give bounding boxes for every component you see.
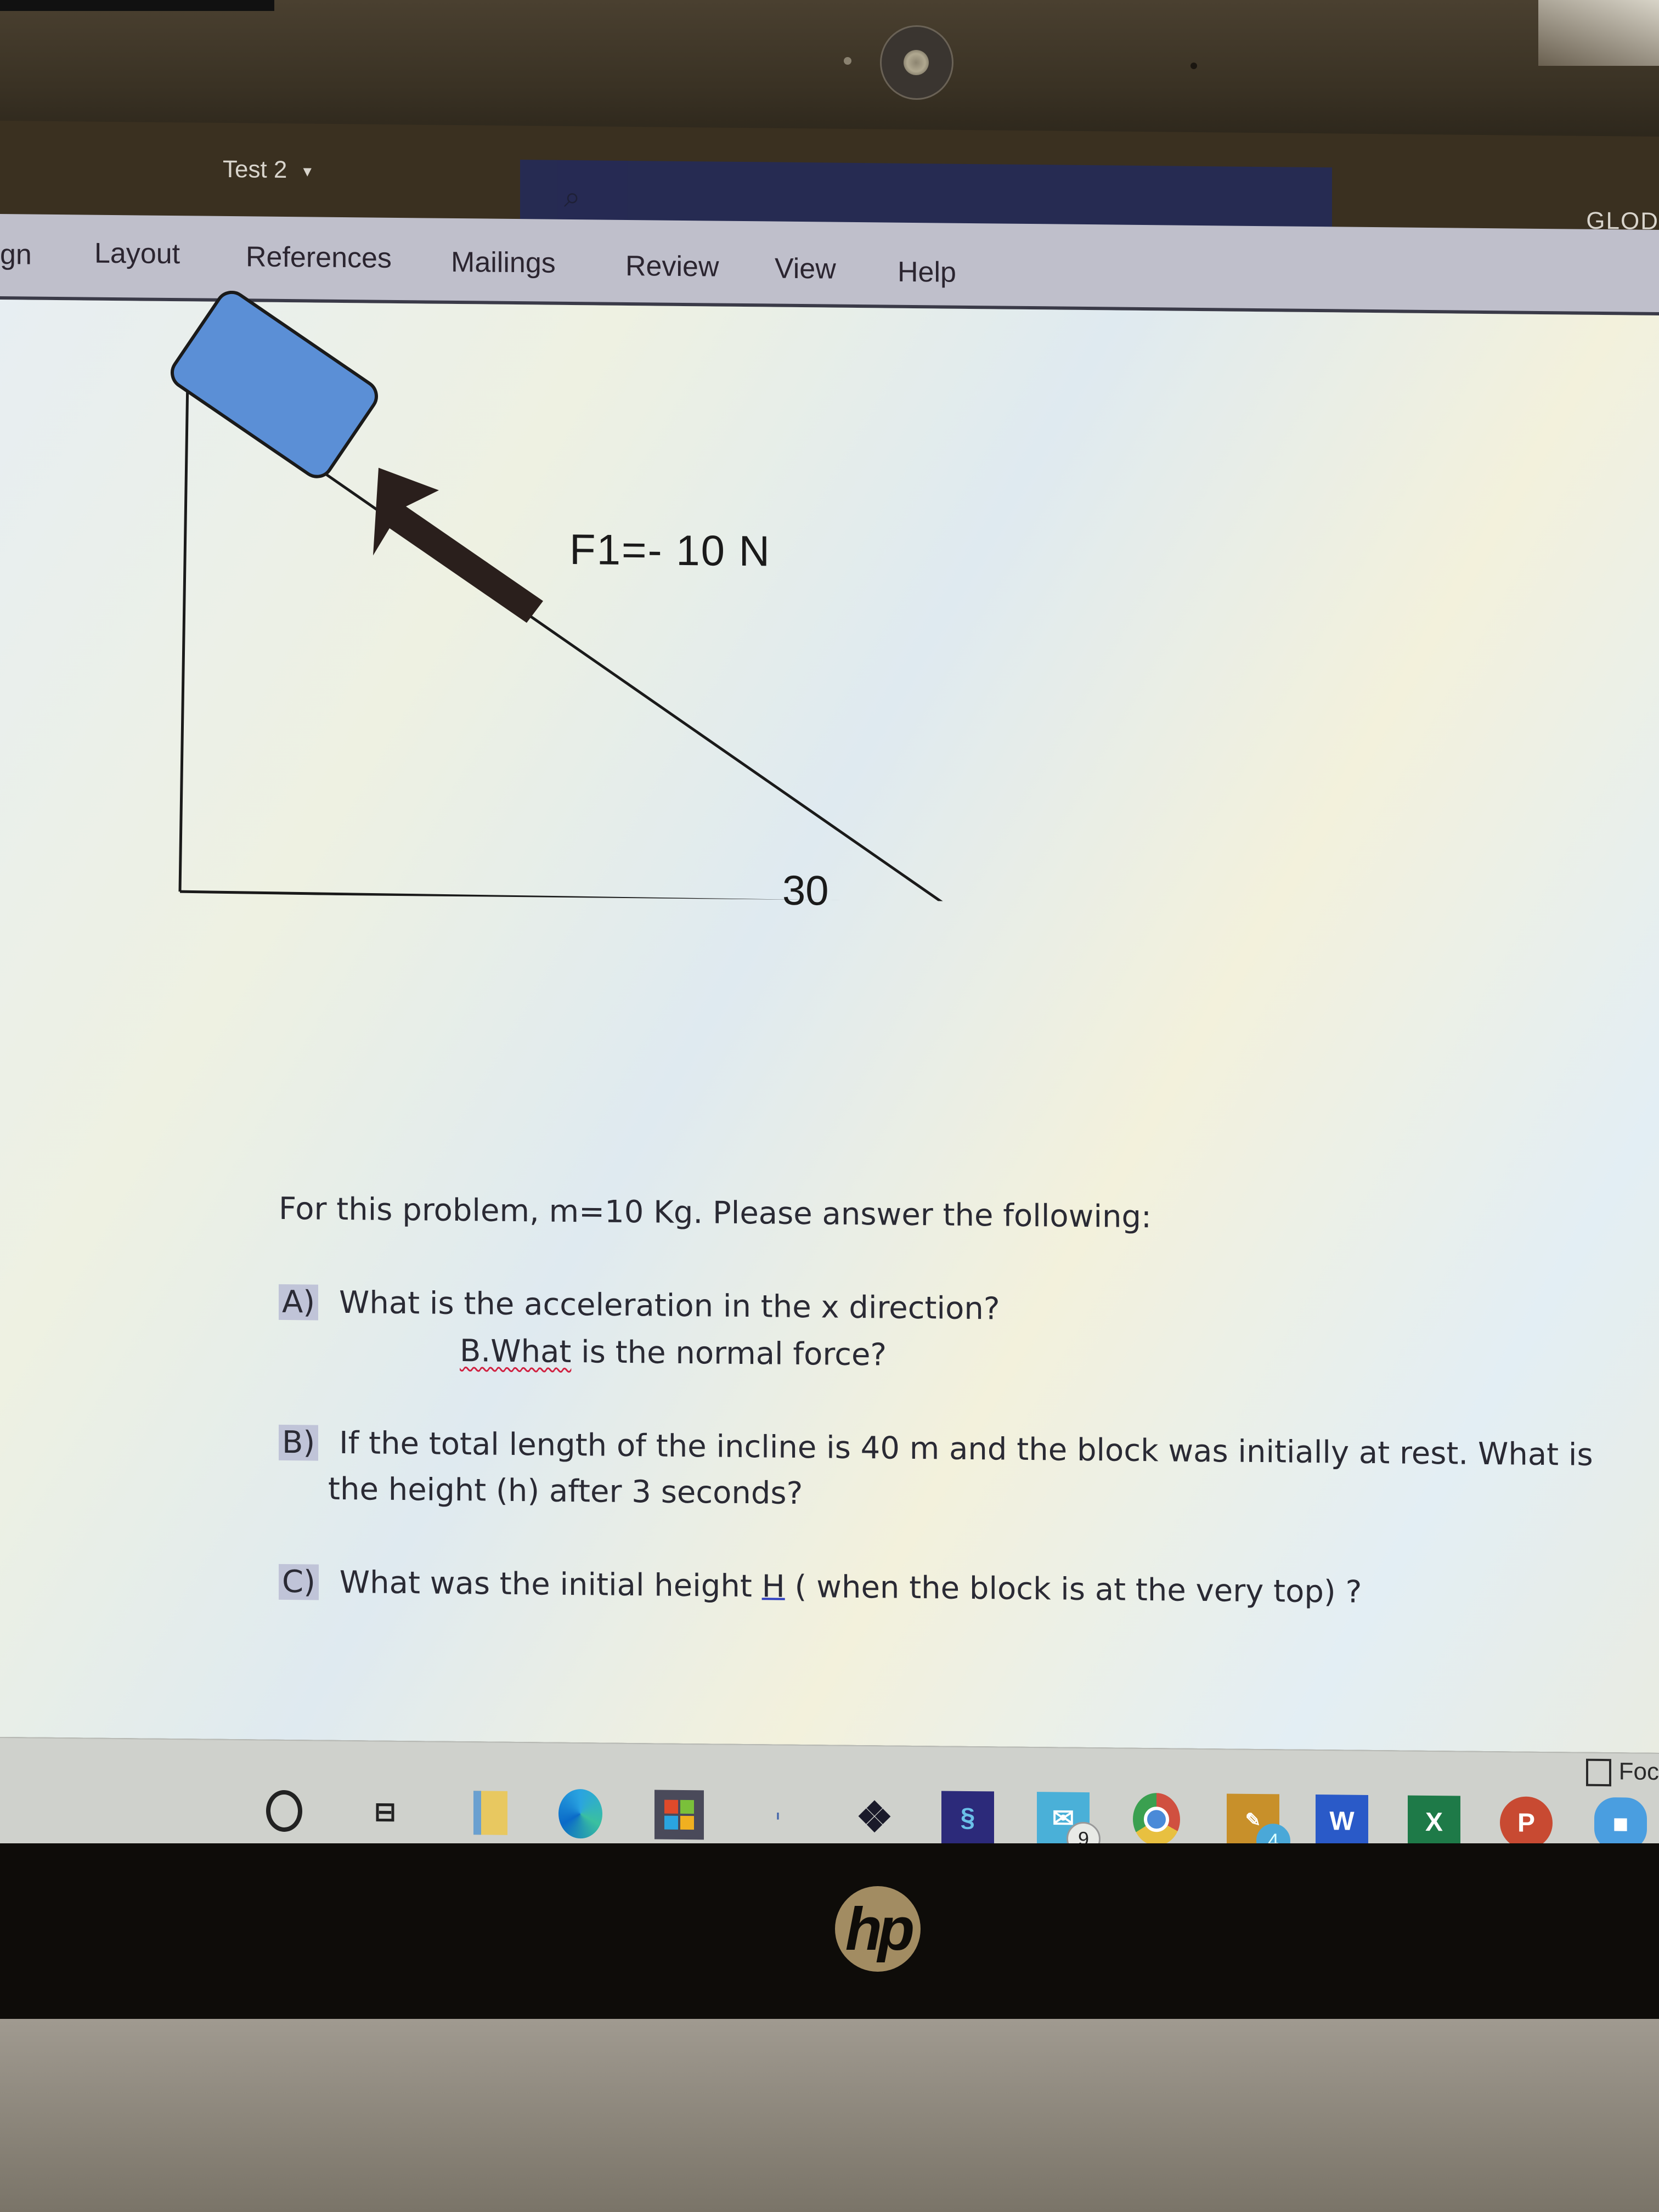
incline-diagram [171, 290, 955, 902]
height-h-label: H [761, 1568, 785, 1605]
tab-mailings[interactable]: Mailings [451, 246, 556, 280]
question-a-marker: A) [279, 1284, 319, 1321]
microphone-icon [844, 57, 851, 65]
document-title-text: Test 2 [223, 155, 287, 184]
word-icon[interactable]: W [1316, 1795, 1368, 1848]
bezel-corner [1538, 0, 1659, 66]
task-view-icon[interactable]: ⊟ [359, 1785, 411, 1838]
tab-help[interactable]: Help [898, 256, 956, 289]
tab-review[interactable]: Review [625, 250, 719, 284]
tab-layout[interactable]: Layout [94, 237, 180, 270]
chevron-down-icon[interactable]: ▼ [300, 163, 314, 179]
question-b: B) If the total length of the incline is… [279, 1424, 1593, 1473]
force-arrow-icon [373, 467, 543, 623]
question-a-text: What is the acceleration in the x direct… [338, 1284, 1000, 1327]
zoom-icon[interactable]: ■ [1594, 1797, 1647, 1850]
hp-logo-icon: hp [835, 1886, 921, 1972]
app-s-icon[interactable]: § [941, 1791, 994, 1844]
taskbar-dot-icon: ı [776, 1808, 780, 1823]
tab-view[interactable]: View [775, 252, 836, 286]
chrome-icon[interactable] [1130, 1792, 1183, 1846]
problem-intro: For this problem, m=10 Kg. Please answer… [279, 1190, 1152, 1235]
focus-icon [1585, 1759, 1611, 1787]
webcam-icon [880, 25, 953, 100]
question-a-sub-text: is the normal force? [571, 1334, 887, 1373]
spelling-error[interactable]: B.What [460, 1333, 571, 1370]
keyboard-deck [0, 2019, 1659, 2212]
document-page[interactable]: F1=- 10 N 30 For this problem, m=10 Kg. … [0, 290, 1659, 1753]
sensor-icon [1190, 63, 1197, 69]
focus-label: Foc [1618, 1758, 1659, 1786]
focus-mode-button[interactable]: Foc [1585, 1758, 1659, 1787]
tab-design[interactable]: gn [0, 238, 32, 272]
question-c: C) What was the initial height H ( when … [279, 1564, 1362, 1610]
search-icon: ⌕ [564, 180, 581, 214]
question-c-marker: C) [279, 1564, 319, 1600]
cortana-search-icon[interactable] [258, 1785, 311, 1838]
force-label: F1=- 10 N [569, 524, 771, 575]
dropbox-icon[interactable]: ❖ [848, 1790, 901, 1843]
question-c-text-after: ( when the block is at the very top) ? [785, 1568, 1362, 1610]
screen: Test 2 ▼ ⌕ GLOD gn Layout References Mail… [0, 121, 1659, 1861]
question-b-line1: If the total length of the incline is 40… [339, 1425, 1593, 1473]
excel-icon[interactable]: X [1408, 1795, 1460, 1849]
taskbar: Foc ⊟ ı ❖ § ✉ 9 ✎ 4 W X P ■ [0, 1737, 1659, 1861]
question-a: A) What is the acceleration in the x dir… [279, 1284, 1000, 1327]
document-title[interactable]: Test 2 ▼ [223, 156, 314, 184]
block [171, 290, 378, 478]
file-explorer-icon[interactable] [464, 1786, 517, 1839]
tab-references[interactable]: References [246, 240, 392, 275]
laptop-bezel-bottom: hp [0, 1843, 1659, 2019]
incline-vertical-side [178, 378, 189, 892]
question-c-text: What was the initial height [339, 1564, 762, 1605]
question-b-line2: the height (h) after 3 seconds? [328, 1471, 803, 1512]
microsoft-store-icon[interactable] [653, 1788, 706, 1841]
mail-icon[interactable]: ✉ 9 [1037, 1792, 1101, 1857]
powerpoint-icon[interactable]: P [1500, 1796, 1553, 1850]
incline-base [179, 890, 955, 902]
laptop-bezel-top [0, 0, 1659, 143]
edge-icon[interactable] [554, 1787, 607, 1841]
question-b-marker: B) [279, 1424, 319, 1461]
angle-label: 30 [782, 867, 829, 915]
bezel-sticker [0, 0, 274, 11]
question-a-sub: B.What is the normal force? [460, 1333, 887, 1373]
sticky-app-icon[interactable]: ✎ 4 [1227, 1793, 1290, 1858]
